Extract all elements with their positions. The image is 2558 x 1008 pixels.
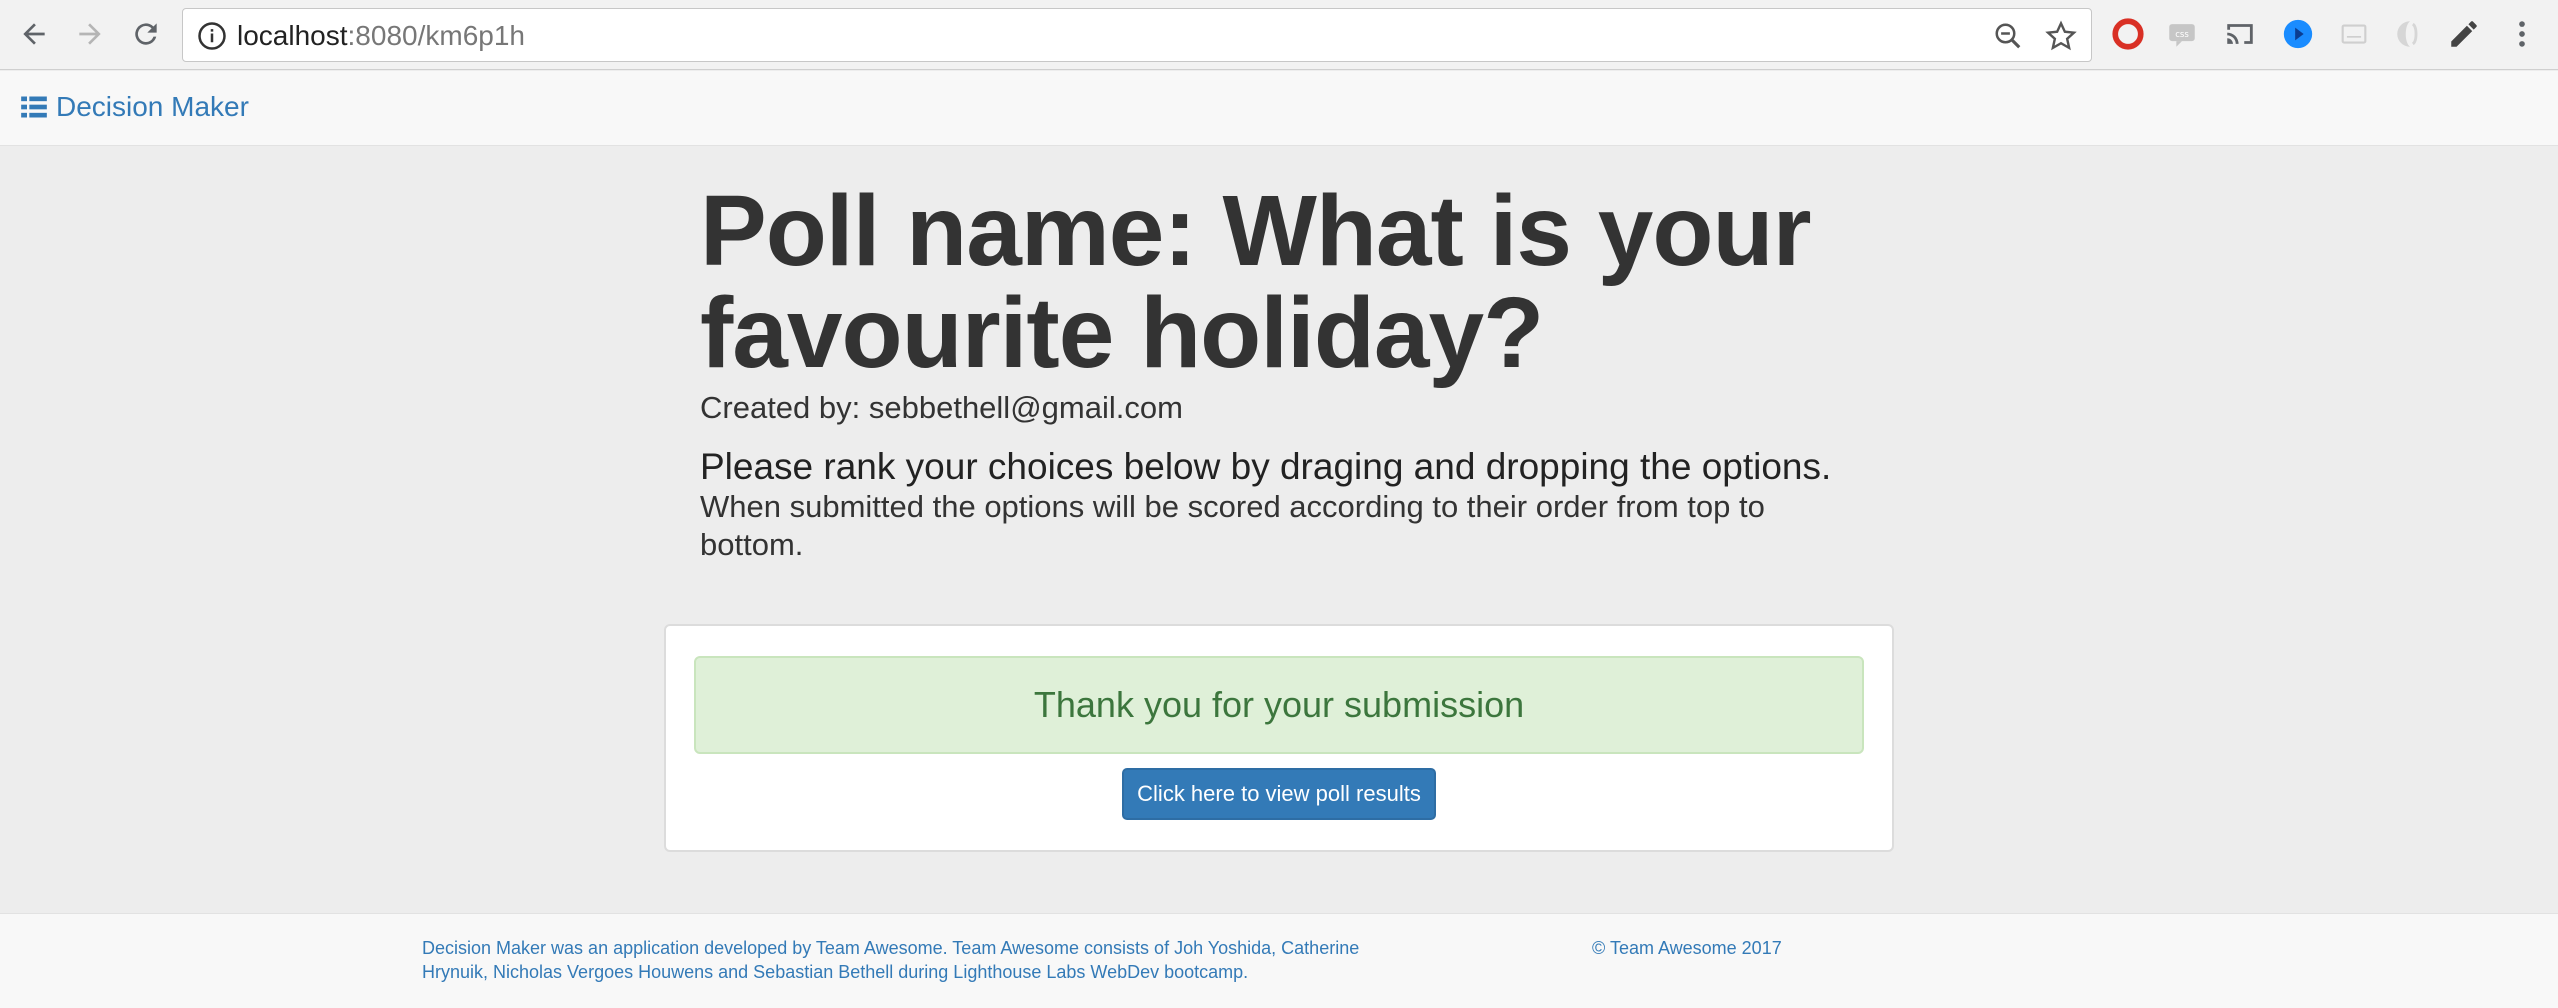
submission-panel: Thank you for your submission Click here…: [664, 624, 1894, 852]
footer-copyright: © Team Awesome 2017: [1592, 938, 1782, 958]
reload-icon[interactable]: [124, 12, 168, 56]
instructions-text: Please rank your choices below by dragin…: [700, 446, 1832, 487]
window-icon[interactable]: [2334, 14, 2374, 54]
star-icon[interactable]: [2045, 20, 2077, 52]
poll-header: Poll name: What is your favourite holida…: [700, 180, 1860, 564]
pencil-icon[interactable]: [2444, 14, 2484, 54]
info-icon[interactable]: [197, 21, 227, 51]
url-text: localhost:8080/km6p1h: [237, 17, 525, 55]
list-icon: [21, 96, 47, 118]
browser-toolbar: localhost:8080/km6p1h css: [0, 0, 2558, 70]
footer: Decision Maker was an application develo…: [0, 913, 2558, 1008]
back-icon[interactable]: [12, 12, 56, 56]
brand-label: Decision Maker: [56, 91, 249, 122]
css-icon[interactable]: css: [2162, 14, 2202, 54]
play-icon[interactable]: [2278, 14, 2318, 54]
view-results-button[interactable]: Click here to view poll results: [1122, 768, 1436, 820]
brand-link[interactable]: Decision Maker: [20, 91, 249, 123]
url-path: :8080/km6p1h: [347, 20, 525, 51]
extension-icon[interactable]: [2390, 14, 2430, 54]
opera-icon[interactable]: [2108, 14, 2148, 54]
address-bar[interactable]: localhost:8080/km6p1h: [182, 8, 2092, 62]
scoring-note: When submitted the options will be score…: [700, 489, 1765, 562]
url-host: localhost: [237, 20, 348, 51]
zoom-icon[interactable]: [1993, 21, 2023, 51]
menu-icon[interactable]: [2502, 14, 2542, 54]
site-navbar: Decision Maker: [0, 71, 2558, 146]
success-alert: Thank you for your submission: [694, 656, 1864, 754]
svg-text:css: css: [2175, 30, 2189, 40]
forward-icon[interactable]: [68, 12, 112, 56]
creator-text: Created by: sebbethell@gmail.com: [700, 390, 1183, 425]
page-title: Poll name: What is your favourite holida…: [700, 175, 1812, 389]
footer-description: Decision Maker was an application develo…: [422, 938, 1360, 982]
cast-icon[interactable]: [2220, 14, 2260, 54]
